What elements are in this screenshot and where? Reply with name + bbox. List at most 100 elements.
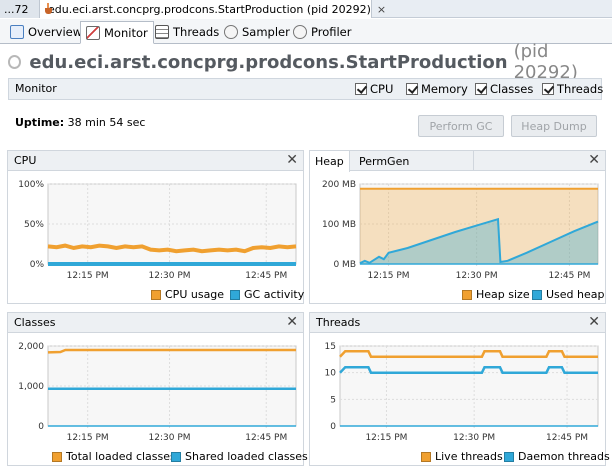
- sampler-icon: [224, 25, 238, 39]
- checkbox-memory[interactable]: Memory: [406, 82, 468, 96]
- tab-profiler-label: Profiler: [311, 25, 352, 39]
- cpu-panel-title: CPU: [14, 154, 37, 167]
- document-tab-bar: ...72 edu.eci.arst.concprg.prodcons.Star…: [0, 0, 612, 18]
- cpu-chart: 100% 50% 0% 12:15 PM 12:30 PM 12:45 PM: [18, 180, 297, 281]
- plot-area: [339, 345, 599, 427]
- x-tick-label: 12:15 PM: [67, 433, 109, 443]
- x-tick-label: 12:45 PM: [245, 271, 287, 281]
- threads-panel: Threads ✕ 15 10 5 0 12:15 PM 12:30 PM 12:45 PM…: [309, 312, 610, 466]
- legend-swatch: [504, 451, 514, 462]
- title-process-name: edu.eci.arst.concprg.prodcons.StartProdu…: [29, 51, 508, 73]
- heap-legend-used: Used heap: [532, 288, 605, 301]
- legend-label: Heap size: [476, 288, 530, 301]
- uptime-value: 38 min 54 sec: [67, 116, 146, 129]
- tab-overview[interactable]: Overview: [4, 21, 88, 43]
- profiler-icon: [293, 25, 307, 39]
- cpu-legend-gc: GC activity: [230, 288, 304, 301]
- threads-legend-daemon: Daemon threads: [504, 450, 610, 463]
- legend-swatch: [421, 451, 431, 462]
- tab-sampler[interactable]: Sampler: [218, 21, 296, 43]
- x-tick-label: 12:45 PM: [546, 433, 588, 443]
- y-tick-label: 0: [330, 422, 336, 432]
- legend-swatch: [171, 451, 181, 462]
- threads-chart: 15 10 5 0 12:15 PM 12:30 PM 12:45 PM: [325, 342, 599, 443]
- checkbox-threads[interactable]: Threads: [542, 82, 603, 96]
- cpu-panel: CPU ✕ 100% 50% 0% 12:15 PM 12:30 PM 12:45 PM …: [7, 150, 304, 304]
- tab-monitor[interactable]: Monitor: [80, 21, 154, 44]
- doc-tab-overflow[interactable]: ...72: [0, 0, 40, 18]
- y-tick-label: 0%: [30, 260, 45, 270]
- close-icon[interactable]: ✕: [286, 314, 298, 330]
- legend-swatch: [462, 289, 472, 300]
- close-icon[interactable]: ×: [377, 3, 386, 16]
- checkbox-cpu-box[interactable]: [355, 83, 367, 95]
- perform-gc-button[interactable]: Perform GC: [418, 115, 504, 137]
- status-circle-icon: [8, 55, 22, 69]
- tab-monitor-label: Monitor: [104, 25, 148, 40]
- heap-panel: Heap PermGen ✕ 200 MB 100 MB 0 MB 12:15 PM 1…: [309, 150, 606, 304]
- doc-tab-overflow-label: ...72: [4, 2, 29, 16]
- doc-tab-label: edu.eci.arst.concprg.prodcons.StartProdu…: [48, 2, 371, 16]
- y-tick-label: 100 MB: [322, 220, 356, 230]
- checkbox-cpu[interactable]: CPU: [355, 82, 393, 96]
- heap-panel-header: Heap PermGen ✕: [310, 151, 605, 172]
- legend-swatch: [52, 451, 62, 462]
- legend-label: Shared loaded classes: [185, 450, 308, 463]
- legend-label: Daemon threads: [518, 450, 610, 463]
- uptime-readout: Uptime: 38 min 54 sec: [15, 116, 145, 129]
- y-tick-label: 1,000: [18, 382, 44, 392]
- monitor-label: Monitor: [15, 82, 57, 95]
- x-tick-label: 12:15 PM: [365, 433, 407, 443]
- classes-legend-shared: Shared loaded classes: [171, 450, 308, 463]
- legend-label: GC activity: [244, 288, 305, 301]
- cpu-legend-usage: CPU usage: [151, 288, 224, 301]
- page-title: edu.eci.arst.concprg.prodcons.StartProdu…: [8, 41, 612, 83]
- legend-label: Total loaded classes: [66, 450, 176, 463]
- tab-permgen[interactable]: PermGen: [354, 151, 474, 171]
- close-icon[interactable]: ✕: [588, 152, 600, 168]
- x-tick-label: 12:30 PM: [456, 271, 498, 281]
- checkbox-classes-label: Classes: [490, 82, 534, 96]
- overview-icon: [10, 25, 24, 39]
- close-icon[interactable]: ✕: [286, 152, 298, 168]
- heap-dump-button[interactable]: Heap Dump: [511, 115, 597, 137]
- tab-overview-label: Overview: [28, 25, 83, 39]
- threads-panel-title: Threads: [316, 316, 361, 329]
- checkbox-memory-label: Memory: [421, 82, 468, 96]
- classes-panel-header: Classes ✕: [8, 313, 303, 333]
- threads-legend-live: Live threads: [421, 450, 503, 463]
- doc-tab-active[interactable]: edu.eci.arst.concprg.prodcons.StartProdu…: [40, 0, 386, 18]
- checkbox-threads-label: Threads: [557, 82, 604, 96]
- checkbox-classes[interactable]: Classes: [475, 82, 533, 96]
- classes-panel: Classes ✕ 2,000 1,000 0 12:15 PM 12:30 PM 12:…: [7, 312, 308, 466]
- x-tick-label: 12:15 PM: [368, 271, 410, 281]
- checkbox-threads-box[interactable]: [542, 83, 554, 95]
- x-tick-label: 12:30 PM: [149, 433, 191, 443]
- classes-panel-title: Classes: [14, 316, 56, 329]
- y-tick-label: 2,000: [18, 342, 44, 352]
- y-tick-label: 200 MB: [322, 180, 356, 190]
- tab-profiler[interactable]: Profiler: [287, 21, 358, 43]
- heap-legend-size: Heap size: [462, 288, 530, 301]
- legend-swatch: [151, 289, 161, 300]
- threads-panel-header: Threads ✕: [310, 313, 605, 333]
- tab-threads[interactable]: Threads: [149, 21, 225, 43]
- tab-sampler-label: Sampler: [242, 25, 290, 39]
- checkbox-classes-box[interactable]: [475, 83, 487, 95]
- monitor-icon: [86, 25, 100, 40]
- y-tick-label: 0 MB: [333, 260, 356, 270]
- title-pid: (pid 20292): [513, 41, 578, 83]
- checkbox-cpu-label: CPU: [370, 82, 394, 96]
- threads-icon: [155, 25, 169, 39]
- y-tick-label: 10: [325, 369, 337, 379]
- legend-swatch: [532, 289, 542, 300]
- close-icon[interactable]: ✕: [588, 314, 600, 330]
- cpu-panel-header: CPU ✕: [8, 151, 303, 171]
- y-tick-label: 0: [38, 422, 44, 432]
- x-tick-label: 12:30 PM: [453, 433, 495, 443]
- monitor-section-bar: Monitor CPU Memory Classes Threads: [8, 78, 603, 100]
- legend-label: Used heap: [546, 288, 605, 301]
- checkbox-memory-box[interactable]: [406, 83, 418, 95]
- tab-heap[interactable]: Heap: [310, 151, 350, 172]
- x-tick-label: 12:30 PM: [149, 271, 191, 281]
